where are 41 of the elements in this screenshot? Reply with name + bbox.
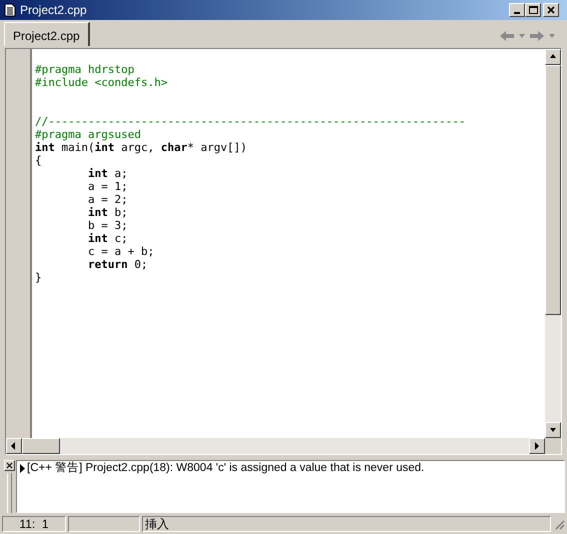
close-icon xyxy=(547,6,555,14)
code-line: } xyxy=(35,271,42,284)
code-line: #pragma hdrstop xyxy=(35,63,134,76)
code-line: #include <condefs.h> xyxy=(35,76,168,89)
maximize-button[interactable] xyxy=(525,3,541,17)
code-line: int main(int argc, char* argv[]) xyxy=(35,141,247,154)
scroll-up-button[interactable] xyxy=(545,49,561,65)
maximize-icon xyxy=(528,6,538,14)
code-line: //--------------------------------------------------------------- xyxy=(35,115,466,128)
close-button[interactable] xyxy=(4,460,14,471)
minimize-icon xyxy=(514,12,520,14)
code-line: { xyxy=(35,154,42,167)
code-line: #pragma argsused xyxy=(35,128,141,141)
scroll-down-button[interactable] xyxy=(545,422,561,438)
vertical-scrollbar[interactable] xyxy=(545,49,561,438)
horizontal-scrollbar[interactable] xyxy=(6,438,545,454)
code-line: int a; xyxy=(86,167,128,180)
document-icon xyxy=(4,3,16,17)
code-line: a = 1; xyxy=(86,180,128,193)
code-line: b = 3; xyxy=(86,219,128,232)
resize-grip-icon[interactable] xyxy=(553,518,565,530)
minimize-button[interactable] xyxy=(509,3,525,17)
window-title: Project2.cpp xyxy=(20,2,88,19)
file-tab[interactable]: Project2.cpp xyxy=(4,22,90,46)
scroll-right-button[interactable] xyxy=(529,438,545,454)
close-icon xyxy=(6,462,12,469)
insert-mode: 挿入 xyxy=(142,516,551,532)
code-line: int b; xyxy=(86,206,128,219)
grip-handle[interactable] xyxy=(6,473,12,513)
scroll-thumb[interactable] xyxy=(545,65,561,315)
expand-arrow-icon[interactable] xyxy=(19,463,26,474)
scroll-thumb[interactable] xyxy=(22,438,60,454)
code-line: int c; xyxy=(86,232,128,245)
code-line: c = a + b; xyxy=(86,245,154,258)
cursor-position: 11: 1 xyxy=(2,516,66,532)
code-line: a = 2; xyxy=(86,193,128,206)
warning-message[interactable]: [C++ 警告] Project2.cpp(18): W8004 'c' is assigned a value that is never used. xyxy=(27,462,424,475)
close-button[interactable] xyxy=(543,3,559,17)
code-line: return 0; xyxy=(86,258,148,271)
scroll-left-button[interactable] xyxy=(6,438,22,454)
status-section xyxy=(68,516,140,532)
